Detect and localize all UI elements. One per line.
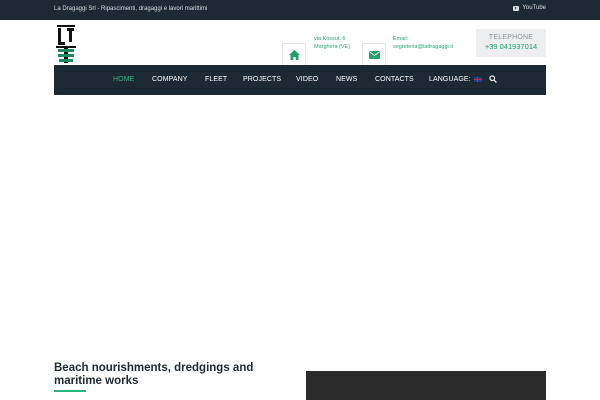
youtube-icon	[513, 5, 520, 11]
nav-item-fleet[interactable]: FLEET	[205, 76, 227, 83]
address-text: via Kossut, 6 Marghera (VE)	[314, 35, 350, 51]
telephone-label: TELEPHONE	[488, 34, 534, 41]
email-label: Email:	[393, 36, 409, 42]
envelope-icon	[368, 51, 380, 59]
address-line-1: via Kossut, 6	[314, 36, 346, 42]
nav-item-video[interactable]: VIDEO	[296, 76, 318, 83]
youtube-link[interactable]: YouTube	[513, 5, 546, 11]
address-icon-box	[282, 43, 306, 67]
hero-slider	[0, 95, 600, 355]
main-navigation: HOME COMPANY FLEET PROJECTS VIDEO NEWS C…	[54, 65, 546, 95]
media-panel	[306, 371, 546, 400]
home-icon	[288, 50, 300, 60]
nav-item-language[interactable]: LANGUAGE:	[429, 76, 482, 83]
nav-item-home[interactable]: HOME	[113, 76, 134, 83]
search-icon[interactable]	[489, 75, 497, 83]
nav-item-contacts[interactable]: CONTACTS	[375, 76, 414, 83]
headline-underline	[54, 390, 86, 392]
email-icon-box	[362, 43, 386, 67]
top-bar: La Dragaggi Srl - Ripascimenti, dragaggi…	[0, 0, 600, 20]
email-text: Email: segreteria@ladragaggi.it	[393, 35, 453, 51]
uk-flag-icon	[473, 76, 482, 82]
email-link[interactable]: segreteria@ladragaggi.it	[393, 43, 453, 51]
language-label: LANGUAGE:	[429, 76, 471, 83]
hero-headline: Beach nourishments, dredgings and mariti…	[54, 362, 274, 387]
youtube-label: YouTube	[522, 5, 546, 11]
telephone-number[interactable]: +39 041937014	[476, 42, 546, 51]
logo-mark	[56, 25, 76, 63]
nav-item-projects[interactable]: PROJECTS	[243, 76, 281, 83]
site-tagline: La Dragaggi Srl - Ripascimenti, dragaggi…	[54, 6, 208, 12]
headline-line-1: Beach nourishments, dredgings and	[54, 362, 254, 374]
telephone-box[interactable]: TELEPHONE +39 041937014	[476, 29, 546, 57]
address-line-2: Marghera (VE)	[314, 44, 351, 50]
nav-item-news[interactable]: NEWS	[336, 76, 357, 83]
company-logo[interactable]	[56, 25, 76, 63]
headline-line-2: maritime works	[54, 374, 139, 387]
nav-item-company[interactable]: COMPANY	[152, 76, 188, 83]
